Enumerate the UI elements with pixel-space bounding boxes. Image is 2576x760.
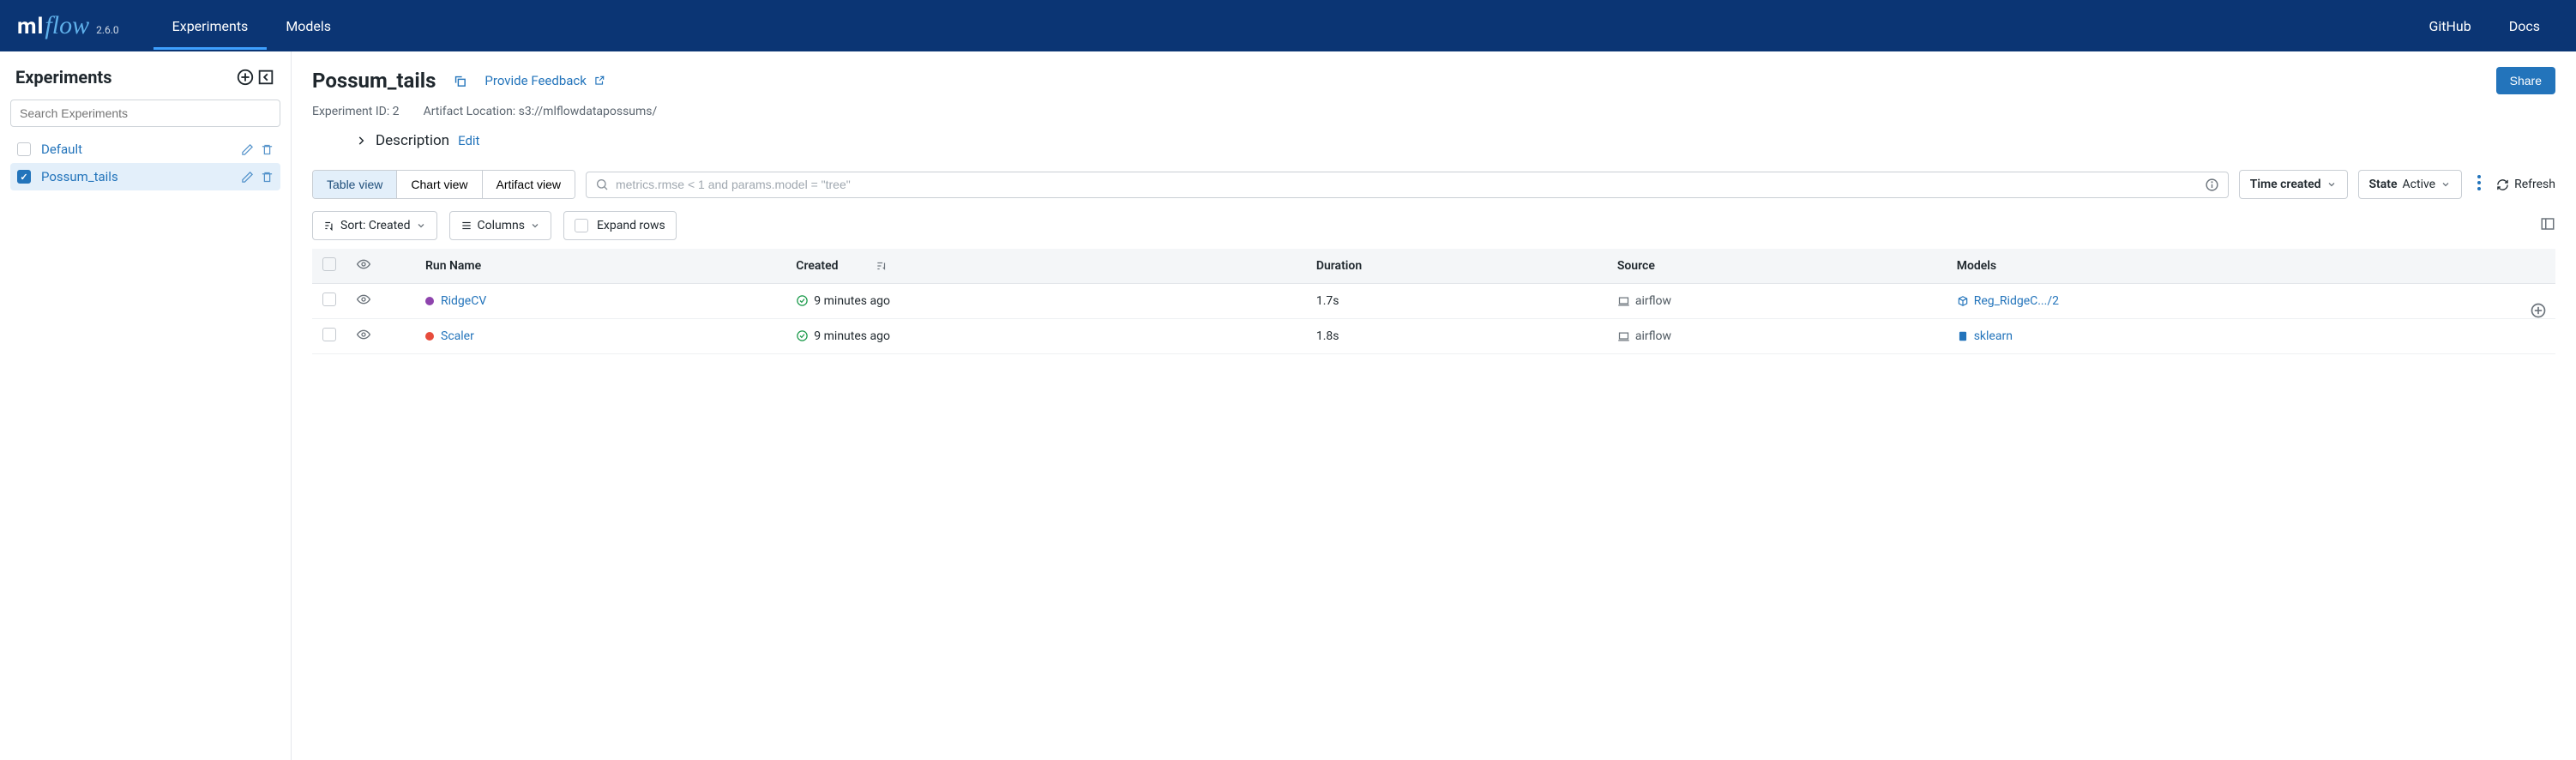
- edit-icon[interactable]: [241, 171, 254, 184]
- visibility-icon[interactable]: [357, 293, 370, 306]
- logo-version: 2.6.0: [96, 24, 119, 36]
- external-link-icon: [593, 75, 605, 87]
- run-color-dot: [425, 297, 434, 305]
- table-view-button[interactable]: Table view: [313, 171, 397, 198]
- sidebar-title: Experiments: [15, 67, 111, 87]
- laptop-icon: [1617, 295, 1630, 308]
- collapse-sidebar-icon[interactable]: [256, 68, 275, 87]
- duration-text: 1.8s: [1306, 319, 1607, 354]
- experiment-id: Experiment ID: 2: [312, 105, 400, 118]
- model-link[interactable]: Reg_RidgeC.../2: [1957, 294, 2494, 308]
- duration-text: 1.7s: [1306, 284, 1607, 319]
- nav-experiments[interactable]: Experiments: [153, 3, 268, 50]
- logo-ml: ml: [17, 14, 44, 39]
- state-filter[interactable]: State Active: [2358, 170, 2463, 199]
- sort-desc-icon: [876, 260, 888, 272]
- search-runs-input[interactable]: [616, 178, 2198, 191]
- col-source[interactable]: Source: [1607, 249, 1947, 284]
- select-all-checkbox[interactable]: [322, 257, 336, 271]
- top-nav: ml flow 2.6.0 Experiments Models GitHub …: [0, 0, 2576, 51]
- chart-view-button[interactable]: Chart view: [397, 171, 482, 198]
- chevron-down-icon: [2326, 179, 2337, 190]
- source-cell: airflow: [1617, 329, 1936, 343]
- columns-button[interactable]: Columns: [449, 211, 551, 240]
- col-duration[interactable]: Duration: [1306, 249, 1607, 284]
- delete-icon[interactable]: [261, 171, 274, 184]
- checkbox[interactable]: [17, 142, 31, 156]
- search-runs-box[interactable]: [586, 172, 2229, 198]
- sidebar: Experiments Default Possum_tails: [0, 51, 292, 760]
- run-name-link[interactable]: RidgeCV: [441, 294, 486, 308]
- panel-toggle-icon[interactable]: [2540, 216, 2555, 235]
- time-filter[interactable]: Time created: [2239, 170, 2348, 199]
- delete-icon[interactable]: [261, 143, 274, 156]
- laptop-icon: [1617, 330, 1630, 343]
- runs-table: Run Name Created Duration Source Models …: [312, 249, 2555, 354]
- sidebar-item-possum-tails[interactable]: Possum_tails: [10, 163, 280, 190]
- logo[interactable]: ml flow 2.6.0: [17, 11, 119, 40]
- share-button[interactable]: Share: [2496, 67, 2555, 94]
- col-created[interactable]: Created: [785, 249, 1306, 284]
- artifact-view-button[interactable]: Artifact view: [483, 171, 575, 198]
- table-row[interactable]: RidgeCV 9 minutes ago 1.7s airflow Reg_R…: [312, 284, 2555, 319]
- row-checkbox[interactable]: [322, 328, 336, 341]
- logo-flow: flow: [45, 11, 89, 40]
- chevron-right-icon[interactable]: [355, 135, 367, 147]
- chevron-down-icon: [416, 220, 426, 231]
- more-options-icon[interactable]: [2472, 170, 2486, 199]
- status-ok-icon: [796, 329, 809, 342]
- chevron-down-icon: [530, 220, 540, 231]
- nav-github[interactable]: GitHub: [2410, 3, 2489, 50]
- sort-button[interactable]: Sort: Created: [312, 211, 437, 240]
- col-run-name[interactable]: Run Name: [415, 249, 785, 284]
- nav-models[interactable]: Models: [267, 3, 350, 50]
- columns-icon: [460, 220, 472, 232]
- chevron-down-icon: [2441, 179, 2451, 190]
- created-text: 9 minutes ago: [814, 329, 890, 343]
- visibility-header-icon[interactable]: [357, 257, 370, 271]
- created-text: 9 minutes ago: [814, 294, 890, 308]
- experiment-name[interactable]: Possum_tails: [41, 169, 231, 184]
- add-experiment-icon[interactable]: [236, 68, 255, 87]
- row-checkbox[interactable]: [322, 293, 336, 306]
- copy-icon[interactable]: [453, 74, 467, 88]
- page-title: Possum_tails: [312, 69, 436, 93]
- info-icon[interactable]: [2205, 178, 2219, 192]
- edit-icon[interactable]: [241, 143, 254, 156]
- description-label: Description: [376, 132, 449, 149]
- checkbox[interactable]: [575, 219, 588, 232]
- artifact-location: Artifact Location: s3://mlflowdatapossum…: [424, 105, 658, 118]
- provide-feedback-link[interactable]: Provide Feedback: [485, 73, 605, 88]
- model-link[interactable]: sklearn: [1957, 329, 2494, 343]
- run-color-dot: [425, 332, 434, 341]
- table-row[interactable]: Scaler 9 minutes ago 1.8s airflow sklear…: [312, 319, 2555, 354]
- view-segmented-control: Table view Chart view Artifact view: [312, 170, 575, 199]
- search-icon: [595, 178, 609, 191]
- sort-icon: [323, 220, 335, 232]
- refresh-icon: [2496, 178, 2509, 191]
- experiment-name[interactable]: Default: [41, 142, 231, 157]
- refresh-button[interactable]: Refresh: [2496, 178, 2555, 191]
- add-column-icon[interactable]: [2530, 302, 2547, 323]
- col-models[interactable]: Models: [1947, 249, 2504, 284]
- main-content: Possum_tails Provide Feedback Share Expe…: [292, 51, 2576, 760]
- edit-description-link[interactable]: Edit: [458, 133, 479, 148]
- nav-docs[interactable]: Docs: [2490, 3, 2559, 50]
- run-name-link[interactable]: Scaler: [441, 329, 474, 343]
- search-experiments-input[interactable]: [10, 100, 280, 127]
- status-ok-icon: [796, 294, 809, 307]
- expand-rows-toggle[interactable]: Expand rows: [563, 211, 677, 240]
- source-cell: airflow: [1617, 294, 1936, 308]
- visibility-icon[interactable]: [357, 328, 370, 341]
- checkbox-checked[interactable]: [17, 170, 31, 184]
- sidebar-item-default[interactable]: Default: [10, 136, 280, 163]
